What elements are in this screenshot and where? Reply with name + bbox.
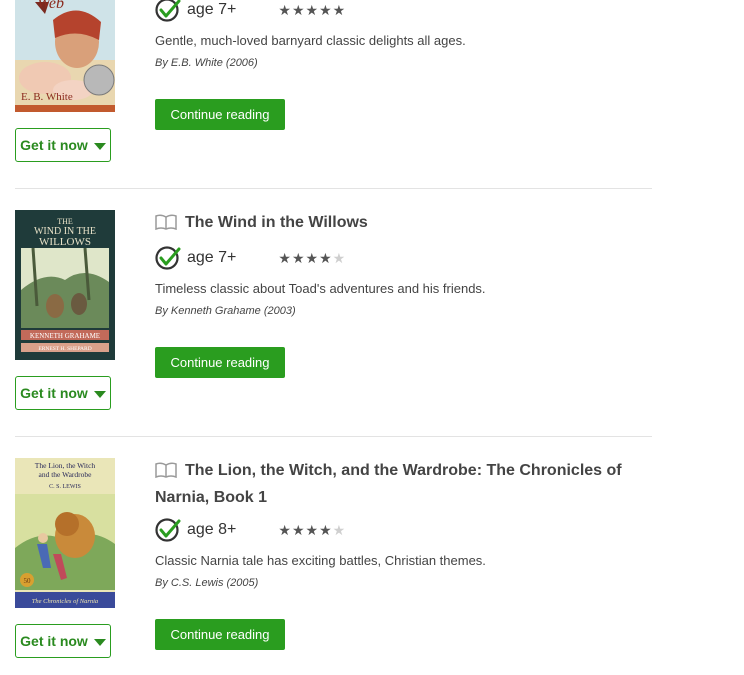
book-description: Gentle, much-loved barnyard classic deli… [155,33,466,48]
star-icon: ★ [332,2,346,18]
star-icon: ★ [291,2,305,18]
continue-reading-button[interactable]: Continue reading [155,99,285,130]
chevron-down-icon [93,142,106,150]
cover-title-line: THE [57,217,73,226]
star-rating: ★ ★ ★ ★ ★ [278,523,345,537]
star-icon: ★ [319,522,332,538]
get-it-now-button[interactable]: Get it now [15,128,111,162]
book-byline: By C.S. Lewis (2005) [155,577,259,589]
open-book-icon [155,462,177,478]
star-icon: ★ [305,250,319,266]
age-rating-row: age 7+ ★ ★ ★ ★ ★ [155,0,345,25]
age-check-icon [155,246,181,270]
age-label: age 7+ [187,1,237,18]
continue-reading-button[interactable]: Continue reading [155,347,285,378]
star-icon: ★ [278,522,291,538]
age-check-icon [155,0,181,22]
cover-title-line: WILLOWS [39,236,91,248]
book-byline: By Kenneth Grahame (2003) [155,305,296,317]
book-cover-image[interactable]: THE WIND IN THE WILLOWS KENNETH GRAHAME … [15,210,115,360]
star-icon: ★ [319,250,332,266]
cover-title-line: The Lion, the Witch [35,461,96,470]
book-title-row: The Wind in the Willows [155,209,655,236]
divider [15,188,652,189]
star-icon: ★ [291,522,305,538]
book-title-link[interactable]: The Lion, the Witch, and the Wardrobe: T… [155,462,622,506]
star-rating: ★ ★ ★ ★ ★ [278,251,345,265]
cover-author-text: KENNETH GRAHAME [30,332,100,340]
get-it-now-label: Get it now [20,137,88,153]
cover-illustrator-text: ERNEST H. SHEPARD [38,346,91,352]
chevron-down-icon [93,638,106,646]
star-icon: ★ [278,250,291,266]
star-icon: ★ [332,250,346,266]
book-cover-image[interactable]: 50 The Lion, the Witch and the Wardrobe … [15,458,115,608]
get-it-now-button[interactable]: Get it now [15,624,111,658]
get-it-now-label: Get it now [20,633,88,649]
star-icon: ★ [305,2,319,18]
star-icon: ★ [332,522,346,538]
star-icon: ★ [291,250,305,266]
book-description: Timeless classic about Toad's adventures… [155,281,486,296]
cover-author-text: E. B. White [21,91,73,103]
star-rating: ★ ★ ★ ★ ★ [278,3,345,17]
cover-author-text: C. S. LEWIS [49,484,81,490]
cover-badge-text: 50 [24,577,32,585]
book-description: Classic Narnia tale has exciting battles… [155,553,486,568]
book-title-link[interactable]: The Wind in the Willows [185,214,368,231]
star-icon: ★ [278,2,291,18]
star-icon: ★ [305,522,319,538]
age-rating-row: age 8+ ★ ★ ★ ★ ★ [155,515,345,545]
get-it-now-button[interactable]: Get it now [15,376,111,410]
chevron-down-icon [93,390,106,398]
cover-title-line: and the Wardrobe [39,470,93,479]
book-cover-image[interactable]: Web E. B. White [15,0,115,112]
book-title-row: The Lion, the Witch, and the Wardrobe: T… [155,457,655,511]
age-label: age 7+ [187,249,237,266]
get-it-now-label: Get it now [20,385,88,401]
cover-title-text: Web [37,0,64,12]
age-label: age 8+ [187,521,237,538]
divider [15,436,652,437]
age-rating-row: age 7+ ★ ★ ★ ★ ★ [155,243,345,273]
open-book-icon [155,214,177,230]
book-byline: By E.B. White (2006) [155,57,258,69]
cover-series-text: The Chronicles of Narnia [32,598,98,605]
star-icon: ★ [319,2,332,18]
age-check-icon [155,518,181,542]
continue-reading-button[interactable]: Continue reading [155,619,285,650]
